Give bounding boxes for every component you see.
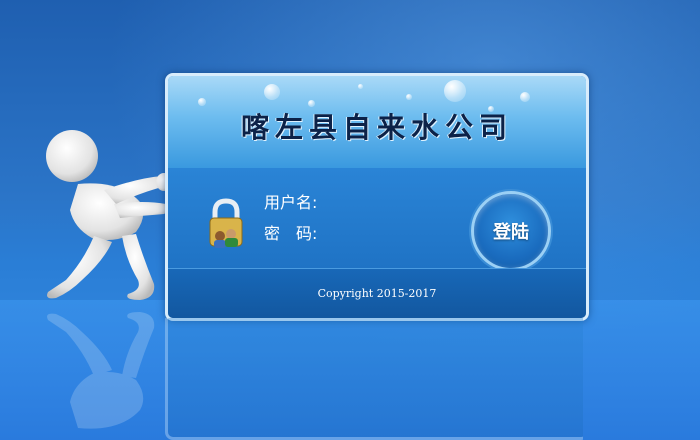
padlock-users-icon (209, 198, 243, 248)
password-row: 密 码: (264, 221, 460, 243)
login-panel: 喀左县自来水公司 用户名: 密 码: 登陆 Copyright 2015-201… (165, 73, 589, 321)
water-drop-decoration (444, 80, 466, 102)
panel-reflection (165, 318, 583, 440)
password-input[interactable] (346, 223, 460, 241)
company-title: 喀左县自来水公司 (240, 111, 513, 144)
water-drop-decoration (520, 92, 530, 102)
figure-reflection (47, 312, 155, 429)
water-drop-decoration (358, 84, 363, 89)
water-drop-decoration (264, 84, 280, 100)
username-label: 用户名: (264, 193, 318, 212)
water-drop-decoration (406, 94, 412, 100)
password-label: 密 码: (264, 224, 318, 243)
username-row: 用户名: (264, 190, 460, 212)
login-button[interactable]: 登陆 (471, 191, 551, 271)
panel-footer: Copyright 2015-2017 (168, 268, 586, 318)
panel-header: 喀左县自来水公司 (168, 76, 586, 168)
username-input[interactable] (346, 192, 460, 210)
copyright-text: Copyright 2015-2017 (317, 287, 437, 300)
panel-reflection-shape (165, 318, 583, 440)
water-drop-decoration (198, 98, 206, 106)
